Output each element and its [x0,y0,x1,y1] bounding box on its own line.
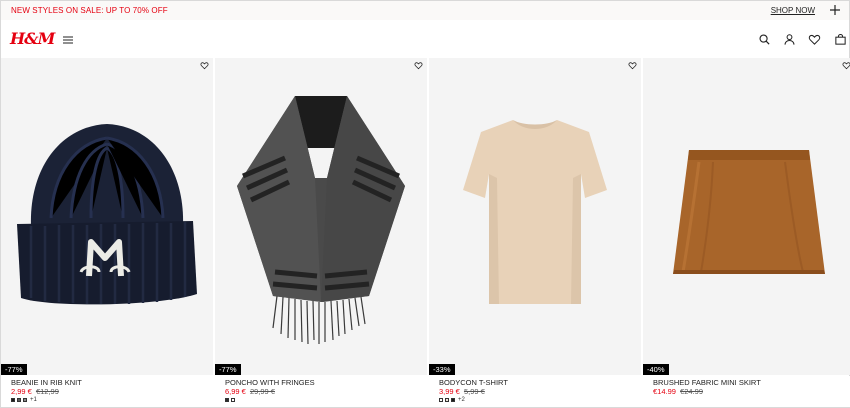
color-swatch[interactable] [451,398,455,402]
original-price: 29,99 € [249,387,275,396]
promo-text: NEW STYLES ON SALE: UP TO 70% OFF [11,6,168,15]
product-prices: 3,99 € 5,99 € [439,387,485,396]
product-name[interactable]: BRUSHED FABRIC MINI SKIRT [653,378,761,387]
color-swatch[interactable] [439,398,443,402]
product-media[interactable]: -77% [215,58,427,375]
discount-badge: -40% [643,364,669,375]
color-swatch[interactable] [23,398,27,402]
favorites-heart-icon[interactable] [808,33,821,46]
more-colors[interactable]: +2 [458,397,465,403]
product-info: BEANIE IN RIB KNIT 2,99 € €12,99 +1 [1,376,213,407]
product-prices: 6,99 € 29,99 € [225,387,275,396]
product-media[interactable]: -33% [429,58,641,375]
heart-icon[interactable] [842,61,850,70]
original-price: €12,99 [35,387,59,396]
search-icon[interactable] [758,33,771,46]
brand-logo[interactable]: H&M [10,29,55,48]
product-image-tshirt[interactable] [429,58,641,375]
color-swatches [225,397,237,403]
product-image-beanie[interactable] [1,58,213,375]
color-swatch[interactable] [231,398,235,402]
discount-badge: -77% [1,364,27,375]
heart-icon[interactable] [414,61,423,70]
product-card[interactable]: -77% BEANIE IN RIB KNIT 2,99 € €12,99 +1 [1,58,213,407]
product-prices: 2,99 € €12,99 [11,387,59,396]
sale-price: 6,99 € [225,387,246,396]
shop-now-link[interactable]: SHOP NOW [771,6,815,15]
site-header: H&M [1,20,849,58]
product-card[interactable]: -40% BRUSHED FABRIC MINI SKIRT €14.99 €2… [643,58,850,407]
product-info: BRUSHED FABRIC MINI SKIRT €14.99 €24.99 [643,376,850,407]
product-card[interactable]: -33% BODYCON T-SHIRT 3,99 € 5,99 € +2 [429,58,641,407]
sale-price: €14.99 [653,387,676,396]
color-swatches: +1 [11,397,37,403]
product-grid: -77% BEANIE IN RIB KNIT 2,99 € €12,99 +1 [1,58,850,407]
product-name[interactable]: BODYCON T-SHIRT [439,378,508,387]
product-name[interactable]: PONCHO WITH FRINGES [225,378,315,387]
promo-banner: NEW STYLES ON SALE: UP TO 70% OFF SHOP N… [1,1,849,20]
product-info: PONCHO WITH FRINGES 6,99 € 29,99 € [215,376,427,407]
color-swatch[interactable] [445,398,449,402]
product-card[interactable]: -77% PONCHO WITH FRINGES 6,99 € 29,99 € [215,58,427,407]
color-swatch[interactable] [11,398,15,402]
color-swatch[interactable] [225,398,229,402]
heart-icon[interactable] [628,61,637,70]
product-media[interactable]: -77% [1,58,213,375]
product-info: BODYCON T-SHIRT 3,99 € 5,99 € +2 [429,376,641,407]
sale-price: 2,99 € [11,387,32,396]
product-prices: €14.99 €24.99 [653,387,703,396]
product-image-skirt[interactable] [643,58,850,375]
heart-icon[interactable] [200,61,209,70]
original-price: €24.99 [680,387,703,396]
discount-badge: -77% [215,364,241,375]
more-colors[interactable]: +1 [30,397,37,403]
product-image-poncho[interactable] [215,58,427,375]
product-media[interactable]: -40% [643,58,850,375]
shopping-bag-icon[interactable] [834,33,847,46]
sale-price: 3,99 € [439,387,460,396]
plus-icon[interactable] [828,3,842,17]
discount-badge: -33% [429,364,455,375]
account-icon[interactable] [783,33,796,46]
product-name[interactable]: BEANIE IN RIB KNIT [11,378,82,387]
color-swatches: +2 [439,397,465,403]
menu-icon[interactable] [62,34,74,46]
color-swatch[interactable] [17,398,21,402]
original-price: 5,99 € [463,387,485,396]
